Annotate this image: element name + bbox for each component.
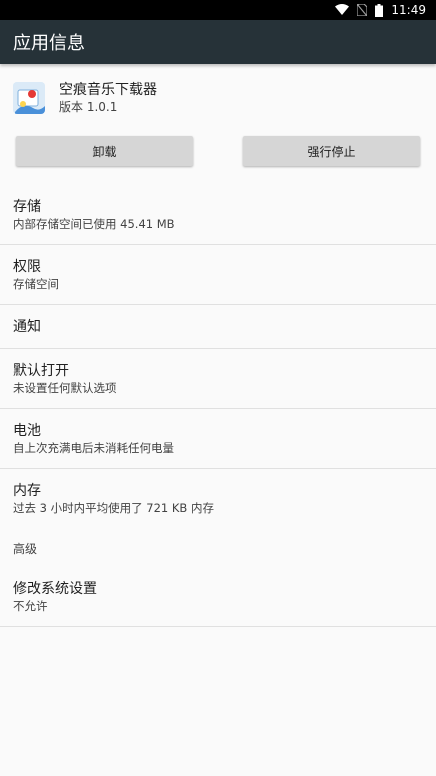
permissions-summary: 存储空间 xyxy=(13,276,59,291)
modify-system-settings-summary: 不允许 xyxy=(13,598,48,613)
force-stop-button[interactable]: 强行停止 xyxy=(243,136,420,166)
page-title: 应用信息 xyxy=(13,33,85,54)
battery-title: 电池 xyxy=(13,422,41,439)
wifi-icon xyxy=(335,4,350,16)
modify-system-settings-title: 修改系统设置 xyxy=(13,580,97,597)
battery-summary: 自上次充满电后未消耗任何电量 xyxy=(13,440,174,455)
uninstall-button[interactable]: 卸载 xyxy=(16,136,193,166)
memory-summary: 过去 3 小时内平均使用了 721 KB 内存 xyxy=(13,501,214,515)
storage-item[interactable]: 存储 内部存储空间已使用 45.41 MB xyxy=(0,185,436,245)
notifications-item[interactable]: 通知 xyxy=(0,305,436,349)
open-by-default-title: 默认打开 xyxy=(13,362,69,379)
memory-title: 内存 xyxy=(13,483,41,499)
notifications-title: 通知 xyxy=(13,318,41,335)
app-meta: 空痕音乐下载器 版本 1.0.1 xyxy=(59,81,157,115)
storage-summary: 内部存储空间已使用 45.41 MB xyxy=(13,216,175,231)
action-buttons: 卸载 强行停止 xyxy=(0,136,436,166)
app-icon xyxy=(13,82,45,114)
battery-icon xyxy=(375,3,384,17)
advanced-section-label: 高级 xyxy=(13,541,38,556)
status-bar: 11:49 xyxy=(0,0,436,20)
memory-item[interactable]: 内存 过去 3 小时内平均使用了 721 KB 内存 xyxy=(0,469,436,529)
storage-title: 存储 xyxy=(13,198,41,215)
permissions-item[interactable]: 权限 存储空间 xyxy=(0,245,436,305)
battery-item[interactable]: 电池 自上次充满电后未消耗任何电量 xyxy=(0,409,436,469)
modify-system-settings-item[interactable]: 修改系统设置 不允许 xyxy=(0,567,436,627)
permissions-title: 权限 xyxy=(13,258,41,275)
settings-list: 存储 内部存储空间已使用 45.41 MB 权限 存储空间 通知 默认打开 未设… xyxy=(0,185,436,627)
app-bar: 应用信息 xyxy=(0,20,436,64)
app-header: 空痕音乐下载器 版本 1.0.1 xyxy=(0,64,436,116)
app-version: 版本 1.0.1 xyxy=(59,100,118,114)
app-name: 空痕音乐下载器 xyxy=(59,82,157,98)
open-by-default-item[interactable]: 默认打开 未设置任何默认选项 xyxy=(0,349,436,409)
status-time: 11:49 xyxy=(391,3,426,17)
no-sim-icon xyxy=(357,4,368,16)
open-by-default-summary: 未设置任何默认选项 xyxy=(13,380,117,395)
